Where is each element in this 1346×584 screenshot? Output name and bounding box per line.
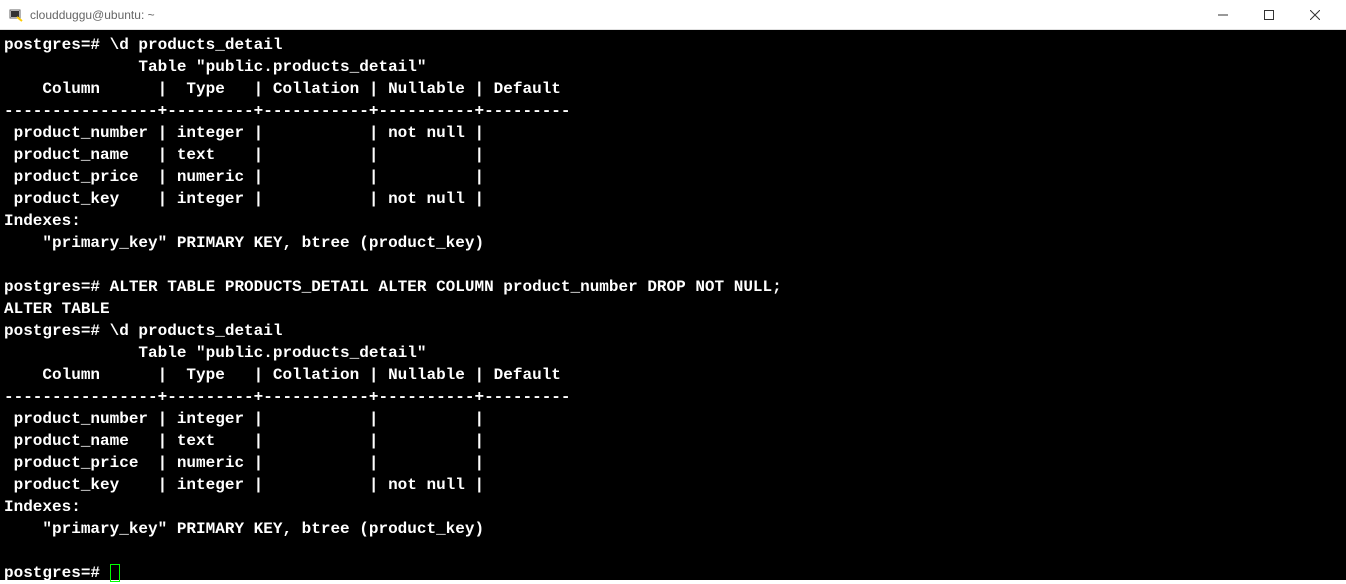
alter-response: ALTER TABLE [4, 300, 110, 318]
table-row: product_key | integer | | not null | [4, 190, 484, 208]
table-title: Table "public.products_detail" [138, 344, 426, 362]
table-row: product_name | text | | | [4, 432, 484, 450]
minimize-button[interactable] [1200, 0, 1246, 30]
table-title: Table "public.products_detail" [138, 58, 426, 76]
prompt: postgres=# [4, 322, 100, 340]
table-row: product_number | integer | | not null | [4, 124, 484, 142]
prompt: postgres=# [4, 278, 100, 296]
command-text: \d products_detail [110, 36, 283, 54]
putty-icon [8, 7, 24, 23]
window-controls [1200, 0, 1338, 30]
index-definition: "primary_key" PRIMARY KEY, btree (produc… [4, 520, 484, 538]
table-row: product_number | integer | | | [4, 410, 484, 428]
indexes-label: Indexes: [4, 212, 81, 230]
command-text: \d products_detail [110, 322, 283, 340]
index-definition: "primary_key" PRIMARY KEY, btree (produc… [4, 234, 484, 252]
table-row: product_price | numeric | | | [4, 454, 484, 472]
terminal-cursor [110, 564, 120, 582]
table-separator: ----------------+---------+-----------+-… [4, 388, 571, 406]
command-text: ALTER TABLE PRODUCTS_DETAIL ALTER COLUMN… [110, 278, 782, 296]
table-header: Column | Type | Collation | Nullable | D… [4, 80, 561, 98]
prompt: postgres=# [4, 564, 100, 582]
window-title: cloudduggu@ubuntu: ~ [30, 8, 1200, 22]
table-row: product_key | integer | | not null | [4, 476, 484, 494]
window-titlebar: cloudduggu@ubuntu: ~ [0, 0, 1346, 30]
table-header: Column | Type | Collation | Nullable | D… [4, 366, 561, 384]
indexes-label: Indexes: [4, 498, 81, 516]
close-button[interactable] [1292, 0, 1338, 30]
table-row: product_price | numeric | | | [4, 168, 484, 186]
table-separator: ----------------+---------+-----------+-… [4, 102, 571, 120]
terminal-output[interactable]: postgres=# \d products_detail Table "pub… [0, 30, 1346, 580]
prompt: postgres=# [4, 36, 100, 54]
table-row: product_name | text | | | [4, 146, 484, 164]
maximize-button[interactable] [1246, 0, 1292, 30]
